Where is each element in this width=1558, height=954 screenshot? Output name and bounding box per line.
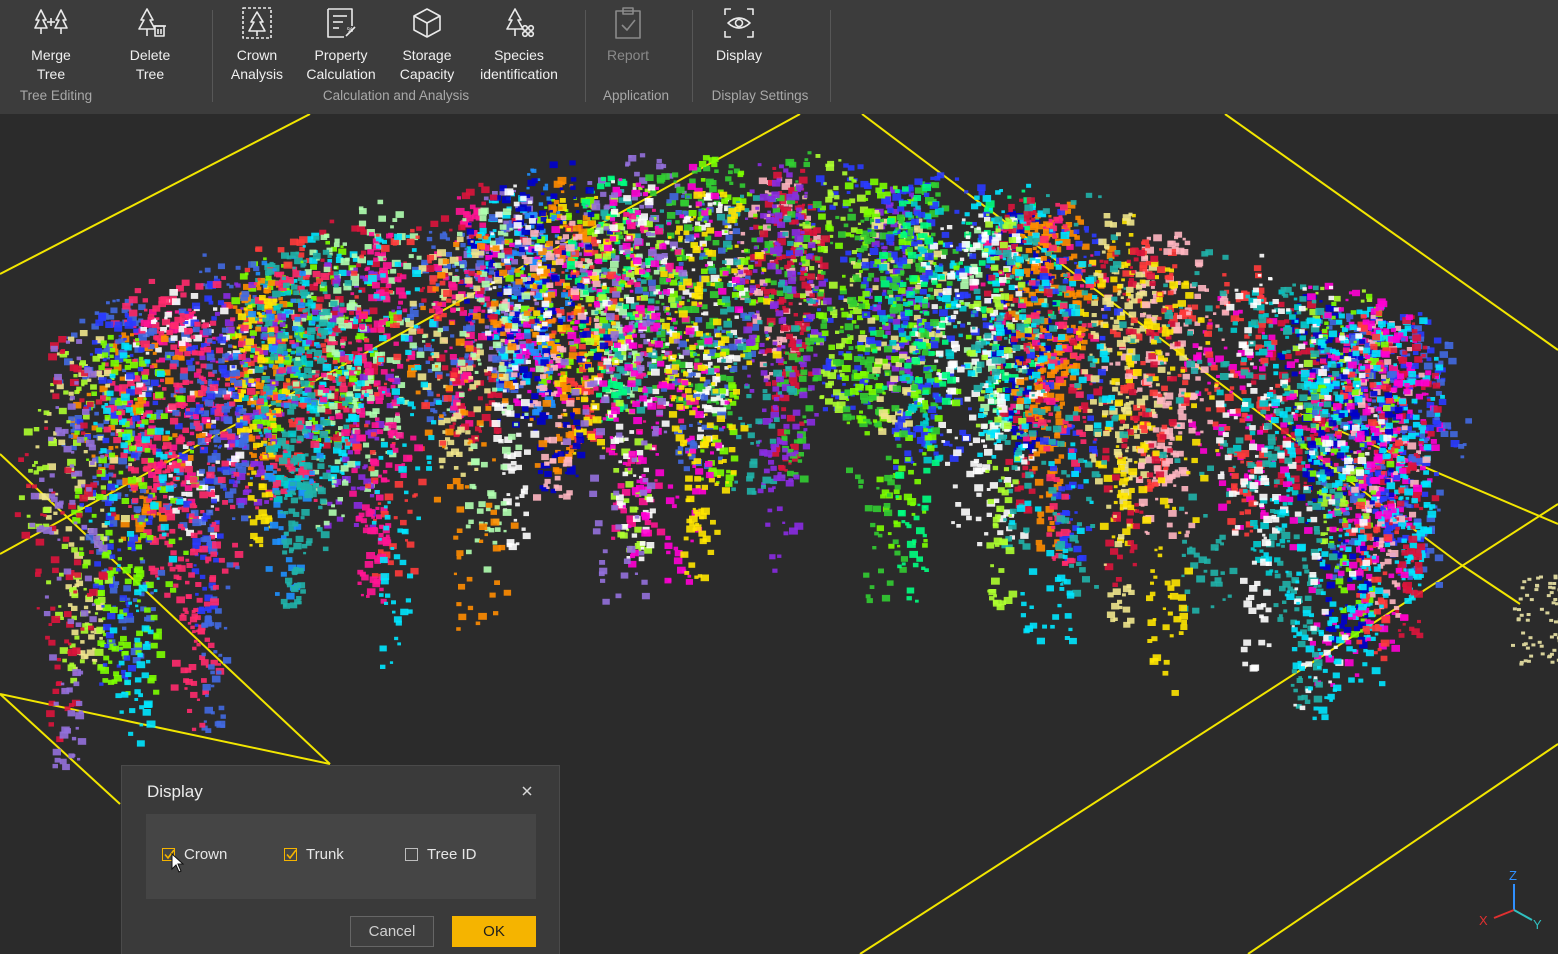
trunk-checkbox[interactable]: Trunk [284,846,344,863]
species-identification-label: Species identification [480,47,558,82]
merge-tree-button[interactable]: Merge Tree [18,6,84,84]
delete-tree-icon [138,8,166,37]
report-label: Report [606,47,650,63]
display-eye-icon [724,8,754,38]
storage-capacity-button[interactable]: Storage Capacity [397,6,457,84]
group-label-application: Application [602,88,670,103]
group-label-tree-editing: Tree Editing [19,88,93,103]
svg-text:%: % [347,27,353,34]
display-options-panel: Crown Trunk Tree ID [146,814,536,899]
mouse-pointer-icon [171,853,185,873]
report-button[interactable]: Report [600,6,656,65]
axis-x-label: X [1479,913,1488,928]
display-dialog: Display Crown Trunk Tree ID Cancel OK [121,765,560,954]
species-identification-icon [506,8,535,38]
merge-tree-icon [34,9,68,34]
close-icon[interactable] [518,782,536,800]
report-icon [615,7,641,39]
ribbon-toolbar: Merge Tree Delete Tree Tree Editing Crow… [0,0,1558,115]
trunk-checkbox-label: Trunk [306,846,344,863]
group-separator [585,10,586,102]
property-calculation-icon: % [327,8,356,38]
group-label-calculation-analysis: Calculation and Analysis [322,88,470,103]
checkbox-checked-icon [284,848,297,861]
axis-gizmo: Z X Y [1474,866,1548,932]
property-calculation-button[interactable]: % Property Calculation [305,6,377,84]
group-label-display-settings: Display Settings [711,88,809,103]
storage-capacity-icon [413,8,441,38]
dialog-title: Display [147,782,203,801]
crown-analysis-label: Crown Analysis [230,47,284,82]
crown-analysis-button[interactable]: Crown Analysis [230,6,284,84]
crown-analysis-icon [242,7,272,39]
group-separator [692,10,693,102]
display-button[interactable]: Display [712,6,766,65]
ok-button[interactable]: OK [452,916,536,947]
tree-id-checkbox-label: Tree ID [427,846,477,863]
axis-y-label: Y [1533,917,1542,930]
display-label: Display [716,47,762,63]
delete-tree-button[interactable]: Delete Tree [116,6,184,84]
checkbox-unchecked-icon [405,848,418,861]
delete-tree-label: Delete Tree [129,47,171,82]
group-separator [212,10,213,102]
species-identification-button[interactable]: Species identification [476,6,562,84]
axis-z-label: Z [1509,868,1517,883]
tree-id-checkbox[interactable]: Tree ID [405,846,476,863]
storage-capacity-label: Storage Capacity [399,47,455,82]
property-calculation-label: Property Calculation [306,47,376,82]
cancel-button[interactable]: Cancel [350,916,434,947]
merge-tree-label: Merge Tree [31,47,71,82]
crown-checkbox-label: Crown [184,846,228,863]
group-separator [830,10,831,102]
segmented-tree-point-cloud [14,151,1558,771]
